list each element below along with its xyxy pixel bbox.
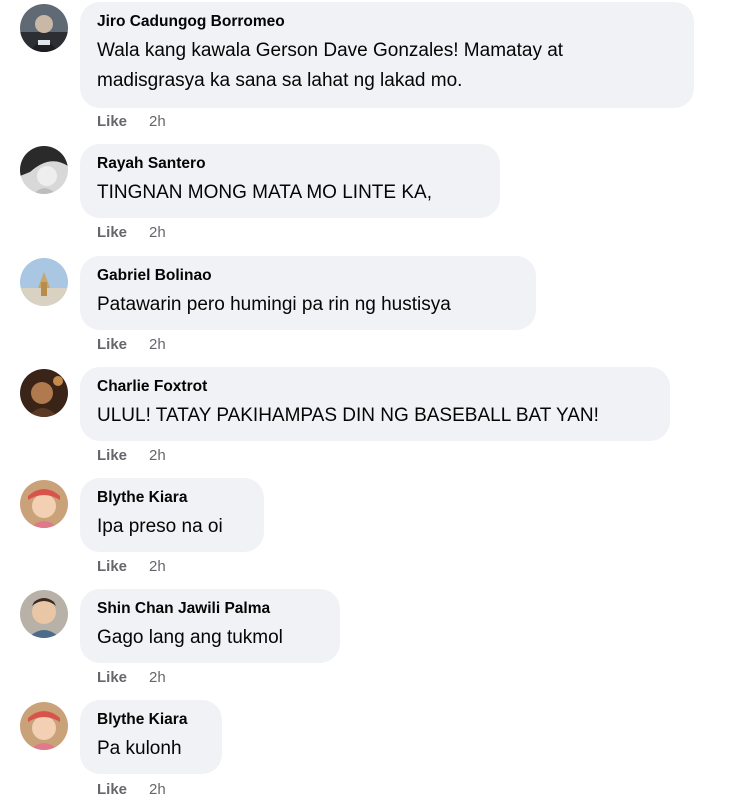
- like-button[interactable]: Like: [97, 224, 127, 241]
- comment-actions: Like 2h: [97, 335, 166, 355]
- avatar[interactable]: [20, 4, 68, 52]
- comment-text: ULUL! TATAY PAKIHAMPAS DIN NG BASEBALL B…: [97, 401, 652, 431]
- comment-bubble: Gabriel Bolinao Patawarin pero humingi p…: [80, 256, 536, 330]
- avatar[interactable]: [20, 590, 68, 638]
- comment-text: Patawarin pero humingi pa rin ng hustisy…: [97, 290, 518, 320]
- like-button[interactable]: Like: [97, 447, 127, 464]
- comment-text-line: Pa kulonh: [97, 738, 182, 759]
- comment-text-line: ULUL! TATAY PAKIHAMPAS DIN NG BASEBALL B…: [97, 405, 599, 426]
- comment-timestamp[interactable]: 2h: [149, 336, 166, 353]
- comment-text: TINGNAN MONG MATA MO LINTE KA,: [97, 178, 482, 208]
- comment-text-line: madisgrasya ka sana sa lahat ng lakad mo…: [97, 70, 463, 91]
- avatar[interactable]: [20, 702, 68, 750]
- comment-actions: Like 2h: [97, 780, 166, 800]
- like-button[interactable]: Like: [97, 669, 127, 686]
- like-button[interactable]: Like: [97, 781, 127, 798]
- comment-timestamp[interactable]: 2h: [149, 113, 166, 130]
- comment-actions: Like 2h: [97, 112, 166, 132]
- comment-timestamp[interactable]: 2h: [149, 447, 166, 464]
- comment-bubble: Jiro Cadungog Borromeo Wala kang kawala …: [80, 2, 694, 108]
- comment-bubble: Shin Chan Jawili Palma Gago lang ang tuk…: [80, 589, 340, 663]
- like-button[interactable]: Like: [97, 558, 127, 575]
- comment-author[interactable]: Rayah Santero: [97, 154, 482, 174]
- comment-text: Ipa preso na oi: [97, 512, 246, 542]
- comment-bubble: Charlie Foxtrot ULUL! TATAY PAKIHAMPAS D…: [80, 367, 670, 441]
- comment-author[interactable]: Shin Chan Jawili Palma: [97, 599, 322, 619]
- comment-text-line: Patawarin pero humingi pa rin ng hustisy…: [97, 294, 451, 315]
- comment-author[interactable]: Gabriel Bolinao: [97, 266, 518, 286]
- avatar[interactable]: [20, 146, 68, 194]
- like-button[interactable]: Like: [97, 113, 127, 130]
- comment-timestamp[interactable]: 2h: [149, 669, 166, 686]
- comment-text-line: Gago lang ang tukmol: [97, 627, 283, 648]
- comment-text: Gago lang ang tukmol: [97, 623, 322, 653]
- avatar[interactable]: [20, 480, 68, 528]
- comment-actions: Like 2h: [97, 557, 166, 577]
- comment-timestamp[interactable]: 2h: [149, 224, 166, 241]
- comment-author[interactable]: Charlie Foxtrot: [97, 377, 652, 397]
- comment-text-line: TINGNAN MONG MATA MO LINTE KA,: [97, 182, 432, 203]
- avatar[interactable]: [20, 258, 68, 306]
- comment-timestamp[interactable]: 2h: [149, 558, 166, 575]
- comment-timestamp[interactable]: 2h: [149, 781, 166, 798]
- comment-actions: Like 2h: [97, 446, 166, 466]
- avatar[interactable]: [20, 369, 68, 417]
- comment-actions: Like 2h: [97, 668, 166, 688]
- comment-text-line: Ipa preso na oi: [97, 516, 223, 537]
- comment-author[interactable]: Jiro Cadungog Borromeo: [97, 12, 676, 32]
- like-button[interactable]: Like: [97, 336, 127, 353]
- comment-text-line: Wala kang kawala Gerson Dave Gonzales! M…: [97, 40, 564, 61]
- comment-bubble: Blythe Kiara Ipa preso na oi: [80, 478, 264, 552]
- comment-text: Wala kang kawala Gerson Dave Gonzales! M…: [97, 36, 676, 96]
- comment-actions: Like 2h: [97, 223, 166, 243]
- comment-author[interactable]: Blythe Kiara: [97, 710, 204, 730]
- comment-author[interactable]: Blythe Kiara: [97, 488, 246, 508]
- comment-bubble: Rayah Santero TINGNAN MONG MATA MO LINTE…: [80, 144, 500, 218]
- comment-bubble: Blythe Kiara Pa kulonh: [80, 700, 222, 774]
- comment-text: Pa kulonh: [97, 734, 204, 764]
